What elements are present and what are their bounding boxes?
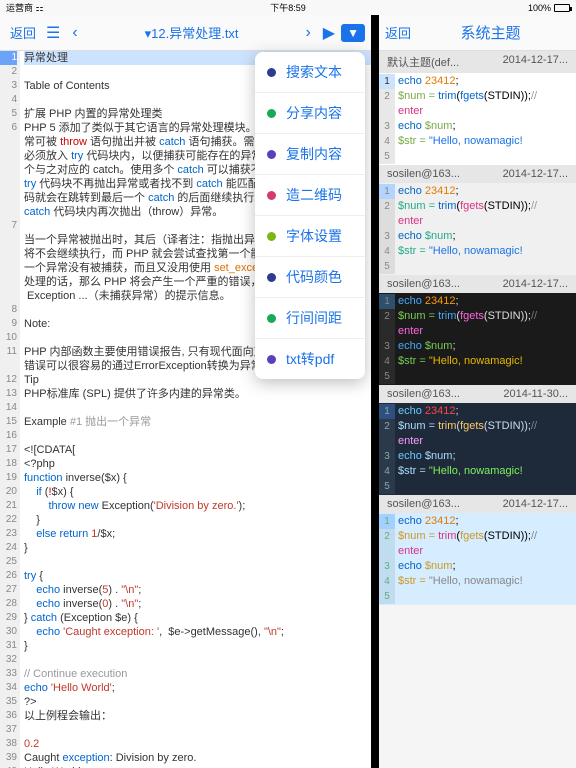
theme-item[interactable]: sosilen@163...2014-12-17... 1echo 23412;… [379,495,576,605]
theme-item[interactable]: sosilen@163...2014-12-17... 1echo 23412;… [379,275,576,385]
theme-header: sosilen@163...2014-12-17... [379,165,576,183]
menu-label: 行间间距 [286,308,342,328]
menu-label: 复制内容 [286,144,342,164]
battery-pct: 100% [528,3,551,13]
menu-toggle[interactable]: ▼ [341,24,365,42]
theme-preview: 1echo 23412; 2$num = trim(fgets(STDIN));… [379,183,576,275]
theme-header: sosilen@163...2014-12-17... [379,275,576,293]
status-bar: 运营商 ⚏ 下午8:59 100% [0,0,576,15]
dropdown-menu: 搜索文本分享内容复制内容造二维码字体设置代码颜色行间间距 txt转pdf [255,52,365,379]
theme-preview: 1echo 23412; 2$num = trim(fgets(STDIN));… [379,513,576,605]
theme-item[interactable]: sosilen@163...2014-11-30... 1echo 23412;… [379,385,576,495]
theme-preview: 1echo 23412; 2$num = trim(fgets(STDIN));… [379,293,576,385]
carrier: 运营商 ⚏ [6,1,44,14]
menu-label: 搜索文本 [286,62,342,82]
menu-item[interactable]: 分享内容 [255,93,365,134]
menu-item[interactable]: 搜索文本 [255,52,365,93]
play-icon[interactable]: ▶ [317,23,341,43]
dot-icon [267,273,276,282]
theme-header: 默认主题(def...2014-12-17... [379,51,576,73]
back-button[interactable]: 返回 [6,21,40,44]
themes-pane: 返回 系统主题 默认主题(def...2014-12-17... 1echo 2… [375,15,576,768]
prev-icon[interactable]: ‹ [66,24,83,42]
dot-icon [267,150,276,159]
dot-icon [267,355,276,364]
theme-preview: 1echo 23412; 2$num = trim(fgets(STDIN));… [379,73,576,165]
menu-label: 字体设置 [286,226,342,246]
menu-item[interactable]: 造二维码 [255,175,365,216]
next-icon[interactable]: › [299,24,316,42]
list-icon[interactable]: ☰ [40,23,66,43]
menu-item[interactable]: 行间间距 [255,298,365,339]
menu-item[interactable]: txt转pdf [255,339,365,379]
theme-header: sosilen@163...2014-12-17... [379,495,576,513]
dot-icon [267,191,276,200]
theme-item[interactable]: 默认主题(def...2014-12-17... 1echo 23412; 2$… [379,51,576,165]
themes-toolbar: 返回 系统主题 [379,15,576,51]
dot-icon [267,109,276,118]
menu-item[interactable]: 复制内容 [255,134,365,175]
themes-title: 系统主题 [411,22,570,43]
theme-item[interactable]: sosilen@163...2014-12-17... 1echo 23412;… [379,165,576,275]
theme-header: sosilen@163...2014-11-30... [379,385,576,403]
themes-list[interactable]: 默认主题(def...2014-12-17... 1echo 23412; 2$… [379,51,576,768]
clock: 下午8:59 [270,1,306,14]
dot-icon [267,232,276,241]
editor-pane: 返回 ☰ ‹ ▾12.异常处理.txt › ▶ ▼ 12345678910111… [0,15,371,768]
battery-icon [554,4,570,12]
menu-label: 造二维码 [286,185,342,205]
menu-item[interactable]: 字体设置 [255,216,365,257]
theme-preview: 1echo 23412; 2$num = trim(fgets(STDIN));… [379,403,576,495]
dot-icon [267,314,276,323]
dot-icon [267,68,276,77]
menu-label: 代码颜色 [286,267,342,287]
themes-back-button[interactable]: 返回 [385,23,411,42]
editor-toolbar: 返回 ☰ ‹ ▾12.异常处理.txt › ▶ ▼ [0,15,371,51]
menu-item[interactable]: 代码颜色 [255,257,365,298]
file-title[interactable]: ▾12.异常处理.txt [84,23,300,42]
menu-label: txt转pdf [286,349,334,369]
line-gutter: 1234567891011121314151617181920212223242… [0,51,20,768]
menu-label: 分享内容 [286,103,342,123]
